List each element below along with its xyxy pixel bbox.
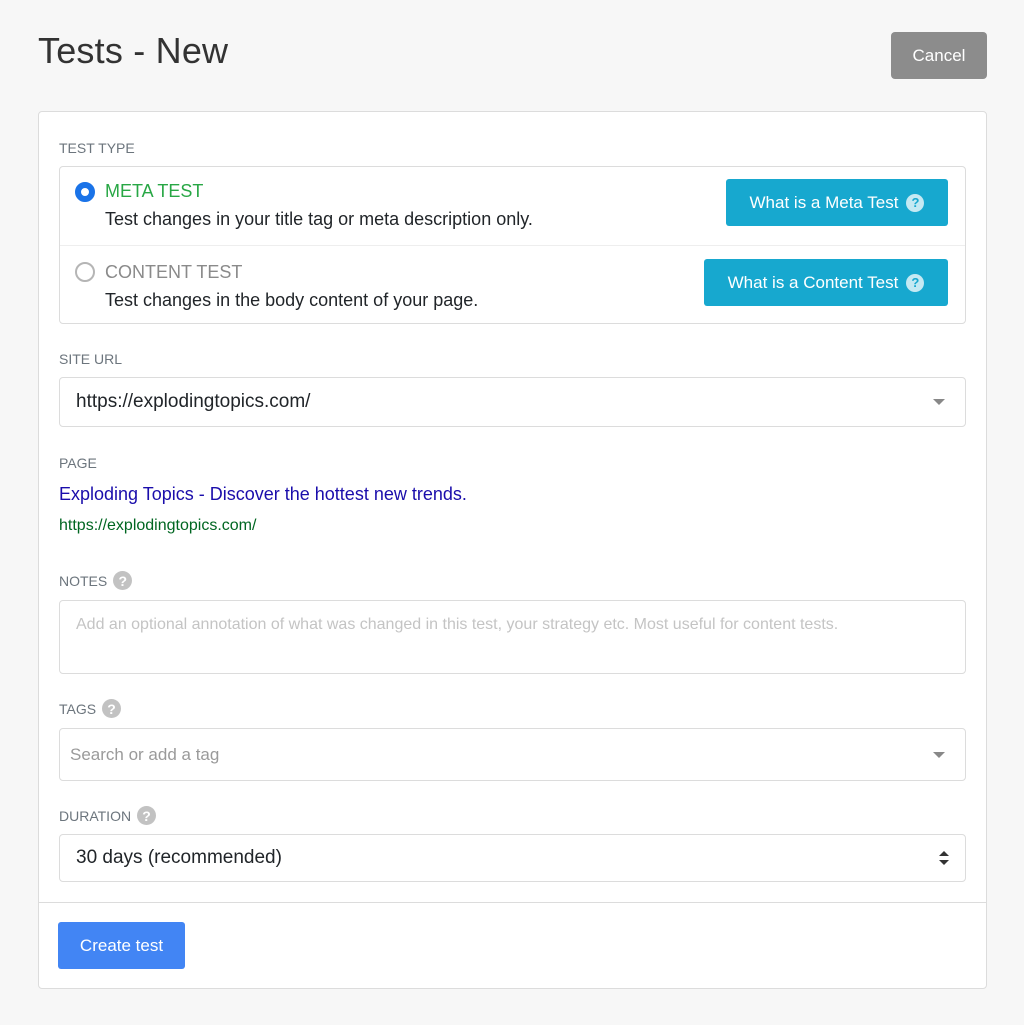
content-test-description: Test changes in the body content of your… xyxy=(105,290,479,310)
create-test-button[interactable]: Create test xyxy=(58,922,185,969)
up-down-arrows-icon xyxy=(939,851,949,865)
meta-test-description: Test changes in your title tag or meta d… xyxy=(105,209,533,229)
what-is-content-test-button[interactable]: What is a Content Test ? xyxy=(704,259,948,306)
test-type-label: TEST TYPE xyxy=(59,140,135,156)
tags-search-input[interactable]: Search or add a tag xyxy=(59,728,966,781)
footer-divider xyxy=(39,902,986,903)
question-circle-icon: ? xyxy=(906,193,925,212)
page-title: Tests - New xyxy=(38,30,229,71)
duration-label: DURATION ? xyxy=(59,806,157,825)
caret-down-icon xyxy=(933,751,945,758)
what-is-meta-test-button[interactable]: What is a Meta Test ? xyxy=(726,179,948,226)
notes-label: NOTES ? xyxy=(59,571,133,590)
question-circle-icon: ? xyxy=(906,273,925,292)
site-url-select[interactable]: https://explodingtopics.com/ xyxy=(59,377,966,427)
test-type-options: META TEST Test changes in your title tag… xyxy=(59,166,966,324)
new-test-form: TEST TYPE META TEST Test changes in your… xyxy=(38,111,987,989)
question-circle-icon[interactable]: ? xyxy=(102,699,122,718)
page-title-link[interactable]: Exploding Topics - Discover the hottest … xyxy=(59,484,467,505)
question-circle-icon[interactable]: ? xyxy=(137,806,157,825)
content-test-name: CONTENT TEST xyxy=(105,262,243,282)
duration-select[interactable]: 30 days (recommended) xyxy=(59,834,966,882)
meta-test-name: META TEST xyxy=(105,181,204,201)
tags-label: TAGS ? xyxy=(59,699,122,718)
notes-textarea[interactable]: Add an optional annotation of what was c… xyxy=(59,600,966,674)
meta-test-option[interactable]: META TEST Test changes in your title tag… xyxy=(60,167,965,245)
site-url-label: SITE URL xyxy=(59,351,123,367)
question-circle-icon[interactable]: ? xyxy=(113,571,133,590)
content-test-option[interactable]: CONTENT TEST Test changes in the body co… xyxy=(60,246,965,324)
cancel-button[interactable]: Cancel xyxy=(891,32,987,79)
meta-test-radio[interactable] xyxy=(75,182,95,202)
page-label: PAGE xyxy=(59,455,97,471)
page-url: https://explodingtopics.com/ xyxy=(59,517,257,534)
content-test-radio[interactable] xyxy=(75,262,95,282)
caret-down-icon xyxy=(933,399,945,405)
